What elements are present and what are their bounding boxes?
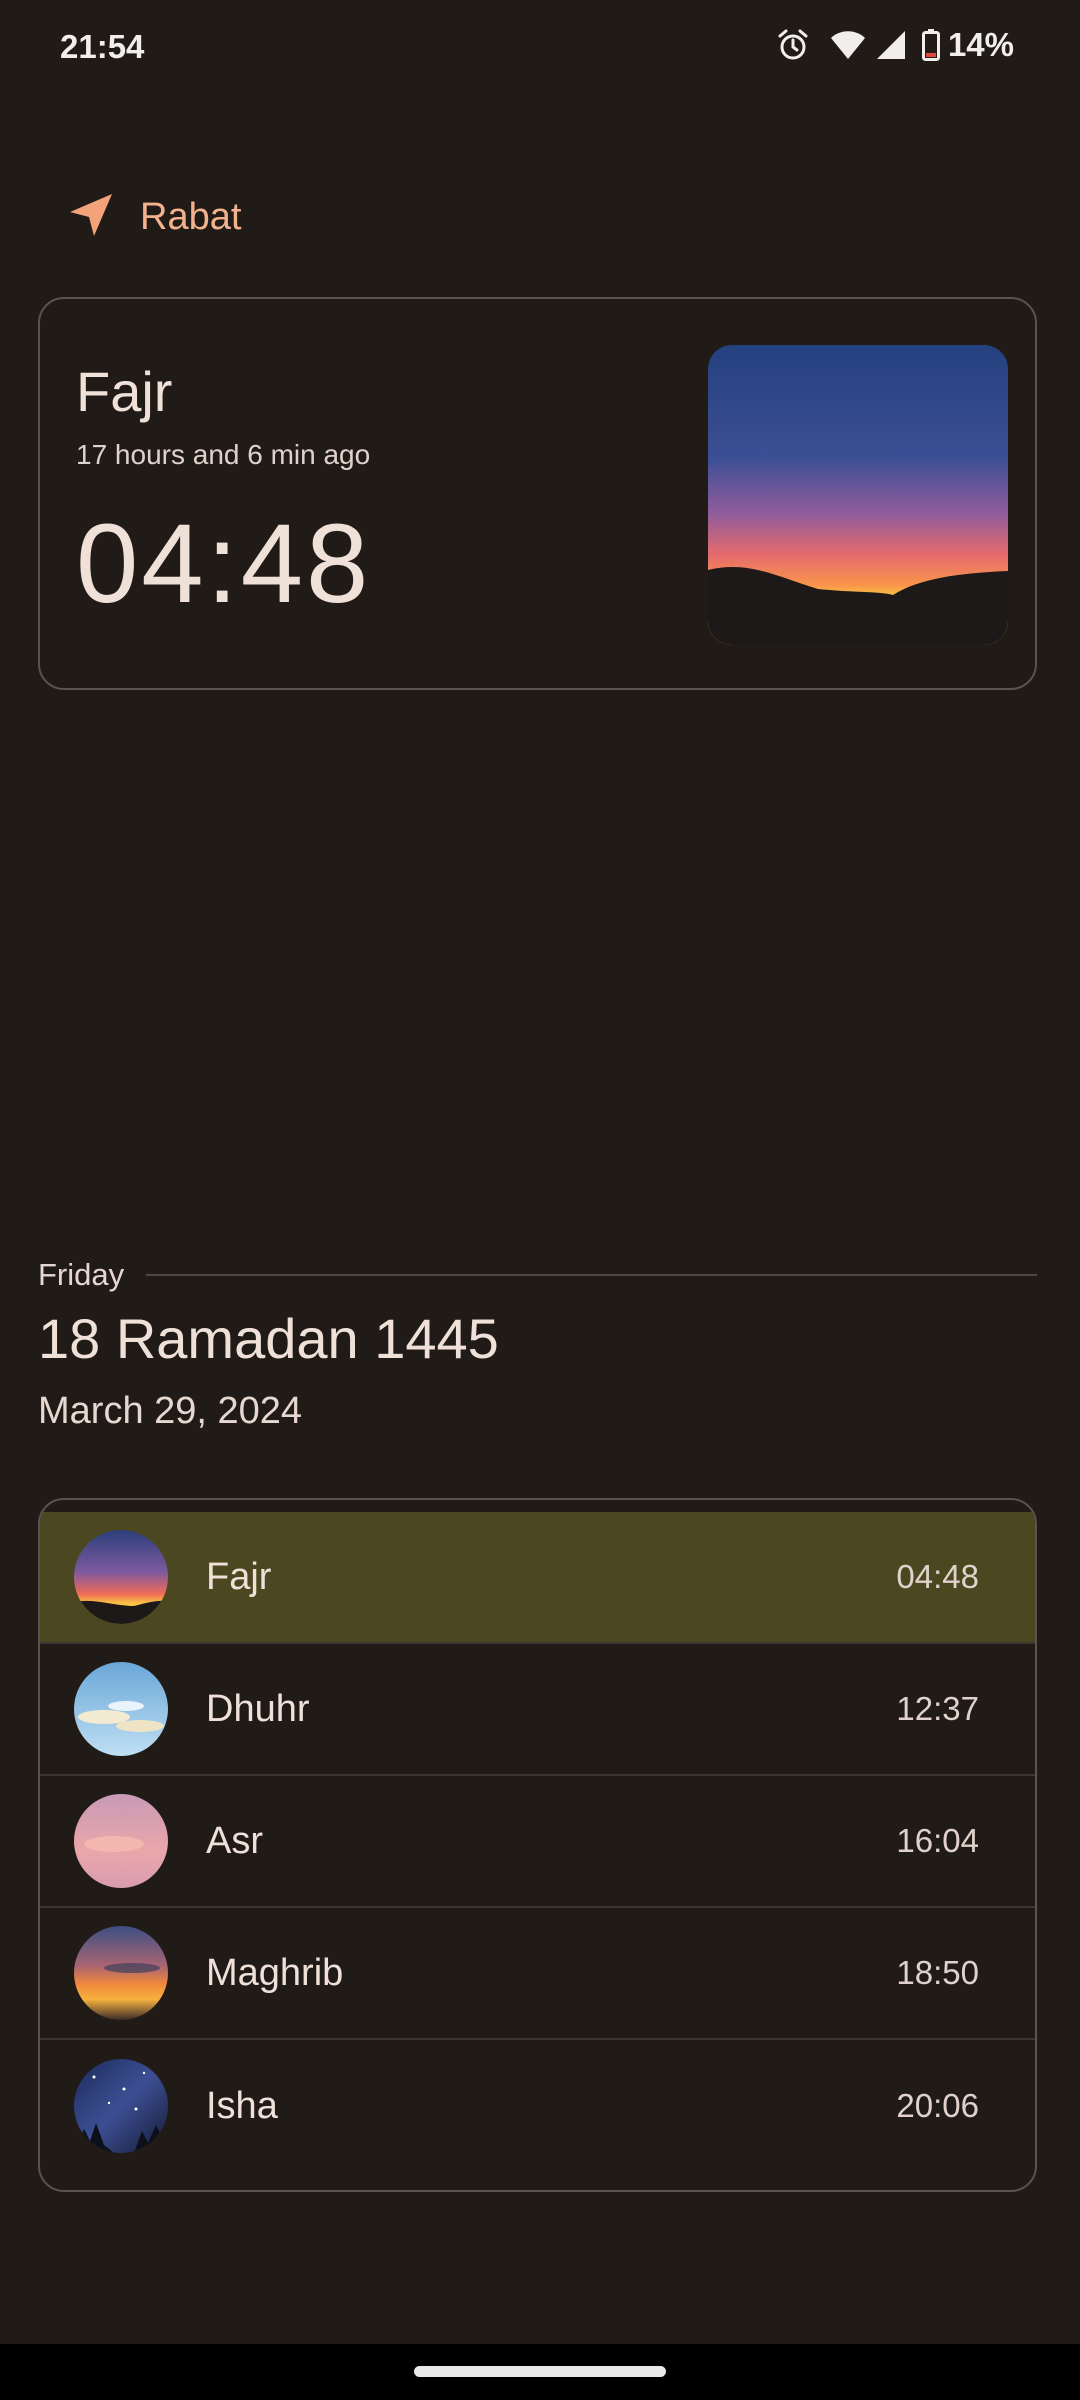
- navigation-arrow-icon: [68, 192, 114, 243]
- hijri-date: 18 Ramadan 1445: [38, 1307, 499, 1370]
- prayer-row-maghrib[interactable]: Maghrib 18:50: [40, 1908, 1035, 2040]
- status-icons: 14%: [776, 26, 1014, 64]
- dawn-sky-image: [708, 345, 1008, 645]
- alarm-icon: [776, 28, 810, 62]
- prayer-name: Asr: [206, 1819, 263, 1862]
- prayer-row-dhuhr[interactable]: Dhuhr 12:37: [40, 1644, 1035, 1776]
- status-time: 21:54: [60, 28, 145, 65]
- dawn-image: [74, 1530, 168, 1624]
- prayer-time: 20:06: [896, 2087, 979, 2124]
- prayer-times-screen: 21:54 14% Rabat Fajr 17 hours and 6 min …: [0, 0, 1080, 2400]
- location-button[interactable]: Rabat: [68, 192, 241, 243]
- prayer-name: Maghrib: [206, 1951, 344, 1994]
- home-gesture-handle[interactable]: [414, 2366, 666, 2377]
- prayer-name: Fajr: [206, 1555, 272, 1598]
- night-sky-image: [74, 2059, 168, 2153]
- current-prayer-name: Fajr: [76, 360, 173, 423]
- weekday-divider: [146, 1274, 1037, 1276]
- day-sky-image: [74, 1662, 168, 1756]
- prayer-name: Dhuhr: [206, 1687, 310, 1730]
- sunset-image: [74, 1926, 168, 2020]
- prayer-time: 16:04: [896, 1822, 979, 1859]
- prayer-name: Isha: [206, 2084, 278, 2127]
- weekday-row: Friday: [38, 1255, 1037, 1295]
- current-prayer-elapsed: 17 hours and 6 min ago: [76, 439, 371, 470]
- prayer-time: 12:37: [896, 1690, 979, 1727]
- gregorian-date: March 29, 2024: [38, 1390, 303, 1432]
- current-prayer-card[interactable]: Fajr 17 hours and 6 min ago 04:48: [38, 297, 1037, 690]
- afternoon-sky-image: [74, 1794, 168, 1888]
- prayer-time: 04:48: [896, 1558, 979, 1595]
- signal-icon: [876, 30, 906, 60]
- prayer-row-asr[interactable]: Asr 16:04: [40, 1776, 1035, 1908]
- prayer-row-fajr[interactable]: Fajr 04:48: [40, 1512, 1035, 1644]
- navigation-bar: [0, 2344, 1080, 2400]
- battery-icon: [921, 29, 940, 61]
- status-bar: 21:54 14%: [0, 0, 1080, 100]
- prayer-time: 18:50: [896, 1954, 979, 1991]
- current-prayer-time: 04:48: [76, 501, 372, 626]
- prayer-row-isha[interactable]: Isha 20:06: [40, 2040, 1035, 2172]
- battery-percent: 14%: [947, 26, 1014, 63]
- location-label: Rabat: [140, 196, 242, 238]
- wifi-icon: [830, 30, 866, 60]
- prayer-list: Fajr 04:48 Dhuhr 12:37 Asr 16:04 Maghrib…: [38, 1498, 1037, 2192]
- weekday-label: Friday: [38, 1257, 125, 1292]
